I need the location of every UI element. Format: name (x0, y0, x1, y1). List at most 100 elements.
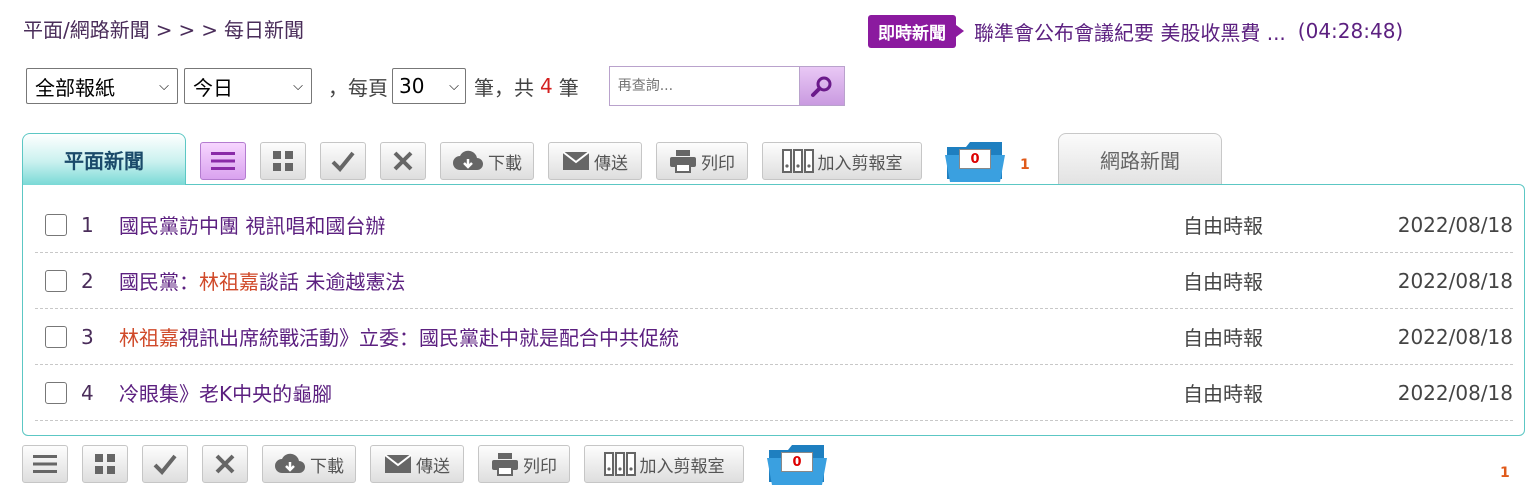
chevron-down-icon: ⌵ (159, 78, 169, 94)
paper-select-value: 全部報紙 (35, 75, 115, 100)
send-label: 傳送 (416, 456, 450, 477)
row-number: 1 (81, 212, 94, 237)
table-row: 3 林祖嘉視訊出席統戰活動》立委：國民黨赴中就是配合中共促統 自由時報 2022… (35, 309, 1513, 365)
row-checkbox[interactable] (45, 381, 67, 404)
print-button[interactable]: 列印 (656, 142, 748, 180)
cloud-download-icon (275, 453, 305, 473)
per-page-select[interactable]: 30 ⌵ (392, 68, 466, 104)
list-icon (211, 152, 235, 170)
article-title-post: 視訊出席統戰活動》立委：國民黨赴中就是配合中共促統 (179, 326, 679, 350)
table-row: 2 國民黨：林祖嘉談話 未逾越憲法 自由時報 2022/08/18 (35, 253, 1513, 309)
count-suffix: 筆 (558, 75, 579, 100)
search-icon (810, 76, 832, 97)
binders-icon (781, 149, 814, 173)
per-page-label: ，每頁 (328, 75, 388, 100)
breadcrumb: 平面/網路新聞>>>>>每日新聞 (23, 14, 310, 43)
grid-view-button[interactable] (260, 142, 306, 180)
row-checkbox[interactable] (45, 213, 67, 236)
grid-icon (273, 151, 293, 171)
clippings-folder-count: 1 (1020, 157, 1030, 173)
checkmark-icon (153, 454, 177, 475)
count-prefix: 筆，共 (474, 75, 534, 100)
print-label: 列印 (523, 456, 557, 477)
tab-online-news[interactable]: 網路新聞 (1058, 133, 1222, 185)
add-to-clippings-button[interactable]: 加入剪報室 (584, 445, 744, 483)
article-date: 2022/08/18 (1397, 380, 1513, 405)
row-checkbox[interactable] (45, 269, 67, 292)
article-list-panel: 1 國民黨訪中團 視訊唱和國台辦 自由時報 2022/08/18 2 國民黨：林… (22, 184, 1525, 436)
download-button[interactable]: 下載 (262, 445, 356, 483)
envelope-icon (384, 454, 412, 473)
row-number: 2 (81, 268, 94, 293)
article-title-link[interactable]: 林祖嘉視訊出席統戰活動》立委：國民黨赴中就是配合中共促統 (119, 322, 1183, 351)
search-box (608, 66, 845, 106)
article-source: 自由時報 (1183, 382, 1263, 406)
send-button[interactable]: 傳送 (548, 142, 642, 180)
date-select[interactable]: 今日 ⌵ (184, 68, 312, 104)
result-count: 4 (540, 74, 553, 98)
breadcrumb-item-online-reading[interactable]: > (179, 18, 196, 42)
tab-print-news[interactable]: 平面新聞 (22, 133, 186, 185)
breaking-news-badge: 即時新聞 (868, 14, 956, 48)
article-title-link[interactable]: 冷眼集》老K中央的龜腳 (119, 378, 1183, 407)
add-to-clippings-label: 加入剪報室 (639, 456, 725, 477)
clippings-folder[interactable]: 0 (766, 442, 828, 486)
per-page-value: 30 (399, 74, 425, 98)
clear-selection-button[interactable] (380, 142, 426, 180)
breaking-news-ticker: 即時新聞 聯準會公布會議紀要 美股收黑費 ... (04:28:48) (868, 12, 1403, 50)
cloud-download-icon (453, 150, 483, 170)
table-row: 4 冷眼集》老K中央的龜腳 自由時報 2022/08/18 (35, 365, 1513, 421)
close-icon (393, 151, 413, 171)
article-date: 2022/08/18 (1397, 212, 1513, 237)
close-icon (215, 454, 235, 474)
binders-icon (603, 452, 636, 476)
row-number: 3 (81, 324, 94, 349)
article-title-link[interactable]: 國民黨：林祖嘉談話 未逾越憲法 (119, 266, 1183, 295)
breaking-news-headline[interactable]: 聯準會公布會議紀要 美股收黑費 ... (974, 17, 1286, 46)
article-title-post: 冷眼集》老K中央的龜腳 (119, 382, 333, 406)
select-all-button[interactable] (320, 142, 366, 180)
download-label: 下載 (488, 153, 522, 174)
toolbar-bottom: 下載 傳送 列印 加入剪報室 0 (22, 442, 828, 486)
print-label: 列印 (701, 153, 735, 174)
search-input[interactable] (608, 66, 799, 106)
filter-controls: 全部報紙 ⌵ 今日 ⌵ ，每頁 30 ⌵ 筆，共 4 筆 (26, 66, 845, 106)
grid-icon (95, 454, 115, 474)
article-title-post: 國民黨訪中團 視訊唱和國台辦 (119, 214, 386, 238)
clippings-folder-badge: 0 (959, 149, 991, 169)
clippings-folder-count: 1 (1500, 465, 1510, 481)
add-to-clippings-button[interactable]: 加入剪報室 (762, 142, 922, 180)
list-view-button[interactable] (200, 142, 246, 180)
chevron-down-icon: ⌵ (449, 78, 459, 94)
breadcrumb-separator-3: > (201, 18, 219, 42)
row-number: 4 (81, 380, 94, 405)
clear-selection-button[interactable] (202, 445, 248, 483)
article-source: 自由時報 (1183, 326, 1263, 350)
list-view-button[interactable] (22, 445, 68, 483)
article-title-post: 談話 未逾越憲法 (259, 270, 406, 294)
search-button[interactable] (798, 66, 845, 106)
paper-select[interactable]: 全部報紙 ⌵ (26, 68, 178, 104)
clippings-folder-badge: 0 (781, 452, 813, 472)
add-to-clippings-label: 加入剪報室 (817, 153, 903, 174)
send-button[interactable]: 傳送 (370, 445, 464, 483)
breadcrumb-item-news[interactable]: 平面/網路新聞 (23, 18, 150, 42)
breaking-news-time: (04:28:48) (1297, 19, 1404, 43)
clippings-folder[interactable]: 0 (944, 139, 1006, 183)
print-button[interactable]: 列印 (478, 445, 570, 483)
article-date: 2022/08/18 (1397, 324, 1513, 349)
checkmark-icon (331, 151, 355, 172)
envelope-icon (562, 151, 590, 170)
send-label: 傳送 (594, 153, 628, 174)
download-button[interactable]: 下載 (440, 142, 534, 180)
row-checkbox[interactable] (45, 325, 67, 348)
select-all-button[interactable] (142, 445, 188, 483)
date-select-value: 今日 (193, 75, 233, 100)
list-icon (33, 455, 57, 473)
breadcrumb-separator: > (155, 18, 173, 42)
article-title-link[interactable]: 國民黨訪中團 視訊唱和國台辦 (119, 210, 1183, 239)
grid-view-button[interactable] (82, 445, 128, 483)
printer-icon (670, 150, 696, 173)
breadcrumb-item-daily-news: 每日新聞 (224, 18, 305, 42)
article-title-highlight: 林祖嘉 (119, 326, 179, 350)
